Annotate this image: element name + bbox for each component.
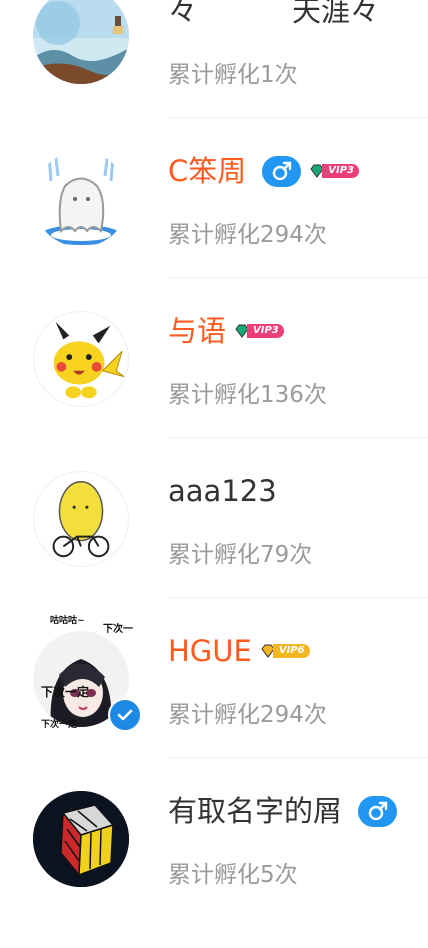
hatch-count: 累计孵化136次 <box>168 382 327 408</box>
user-row[interactable]: 々 天涯々 累计孵化1次 <box>0 0 428 148</box>
hatch-count: 累计孵化1次 <box>168 62 298 88</box>
vip-level: VIP3 <box>247 324 284 338</box>
user-name[interactable]: 々 <box>168 0 197 31</box>
user-name[interactable]: aaa123 <box>168 471 277 511</box>
user-name[interactable]: C笨周 <box>168 151 246 191</box>
user-name[interactable]: 有取名字的屑 <box>168 791 342 831</box>
user-row[interactable]: 与语 VIP3 累计孵化136次 <box>0 308 428 468</box>
row-divider <box>168 597 428 598</box>
user-avatar[interactable] <box>33 791 129 887</box>
user-avatar[interactable] <box>33 151 129 247</box>
verified-check-icon <box>108 698 142 732</box>
row-divider <box>168 117 428 118</box>
avatar-caption: 下次一定 <box>41 685 90 699</box>
user-avatar[interactable] <box>33 311 129 407</box>
user-row[interactable]: 有取名字的屑 累计孵化5次 <box>0 788 428 948</box>
male-gender-icon <box>358 795 398 827</box>
avatar-caption: 咕咕咕~ <box>50 616 85 626</box>
user-row[interactable]: C笨周 VIP3 累计孵化294次 <box>0 148 428 308</box>
vip-level: VIP6 <box>272 644 310 658</box>
hatch-count: 累计孵化79次 <box>168 542 313 568</box>
user-name-suffix[interactable]: 天涯々 <box>292 0 379 31</box>
vip-badge: VIP3 <box>234 324 284 338</box>
user-avatar[interactable] <box>33 471 129 567</box>
user-name[interactable]: HGUE <box>168 631 252 671</box>
vip-badge: VIP6 <box>260 644 310 658</box>
row-divider <box>168 277 428 278</box>
hatch-count: 累计孵化5次 <box>168 862 298 888</box>
hatch-count: 累计孵化294次 <box>168 222 327 248</box>
vip-level: VIP3 <box>322 164 359 178</box>
user-row[interactable]: aaa123 累计孵化79次 <box>0 468 428 628</box>
avatar-caption: 下次一定 <box>41 720 78 730</box>
user-row[interactable]: 下次一定 下次一定 咕咕咕~ 下次一 HGUE VIP6 累计孵化294次 <box>0 616 428 788</box>
hatch-count: 累计孵化294次 <box>168 702 327 728</box>
avatar-caption: 下次一 <box>103 624 133 635</box>
male-gender-icon <box>262 155 302 187</box>
row-divider <box>168 757 428 758</box>
user-avatar[interactable] <box>33 0 129 84</box>
vip-badge: VIP3 <box>309 164 359 178</box>
row-divider <box>168 437 428 438</box>
user-avatar[interactable]: 下次一定 下次一定 <box>33 631 142 732</box>
user-name[interactable]: 与语 <box>168 311 226 351</box>
